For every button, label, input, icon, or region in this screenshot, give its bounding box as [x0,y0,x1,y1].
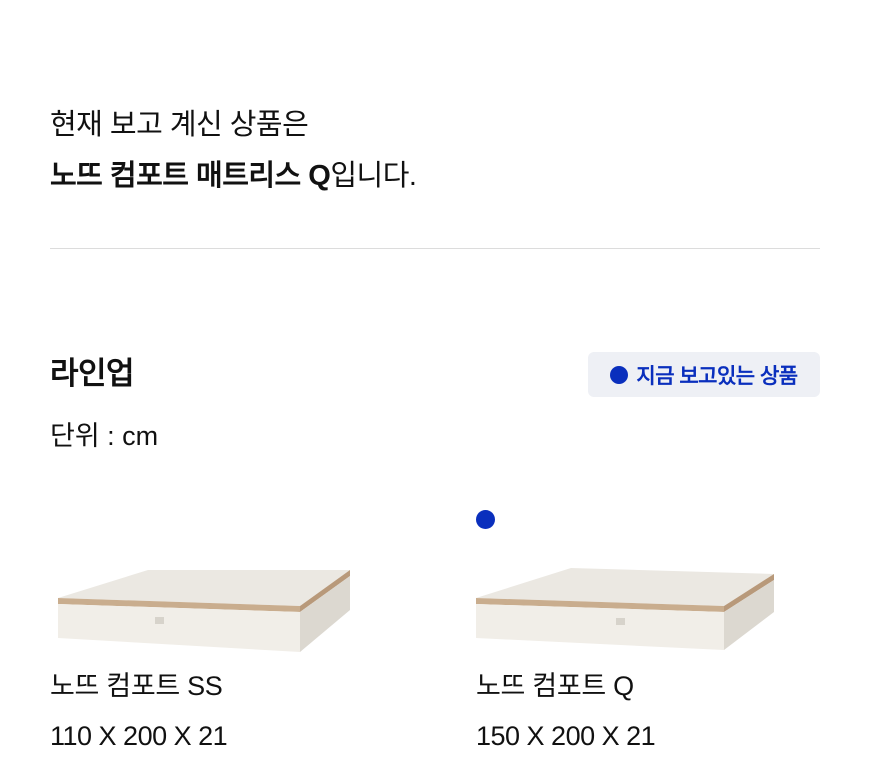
current-product-name: 노뜨 컴포트 매트리스 Q [50,160,331,192]
now-viewing-label: 지금 보고있는 상품 [636,364,798,388]
product-name: 노뜨 컴포트 Q [476,671,634,701]
now-viewing-badge: 지금 보고있는 상품 [588,352,820,397]
current-product-suffix: 입니다. [330,160,417,192]
mattress-image [476,568,774,650]
mattress-image [58,570,350,652]
lineup-title: 라인업 [50,356,135,391]
product-size: 110 X 200 X 21 [50,721,228,751]
current-product-line: 노뜨 컴포트 매트리스 Q입니다. [50,156,417,196]
product-name: 노뜨 컴포트 SS [50,671,223,701]
selected-indicator-dot-icon [476,510,495,529]
product-lineup-page: 현재 보고 계신 상품은 노뜨 컴포트 매트리스 Q입니다. 라인업 지금 보고… [0,0,870,760]
product-size: 150 X 200 X 21 [476,721,656,751]
unit-label: 단위 : cm [50,421,159,451]
section-divider [50,248,820,249]
now-viewing-dot-icon [610,365,629,384]
current-product-intro: 현재 보고 계신 상품은 [50,109,309,141]
